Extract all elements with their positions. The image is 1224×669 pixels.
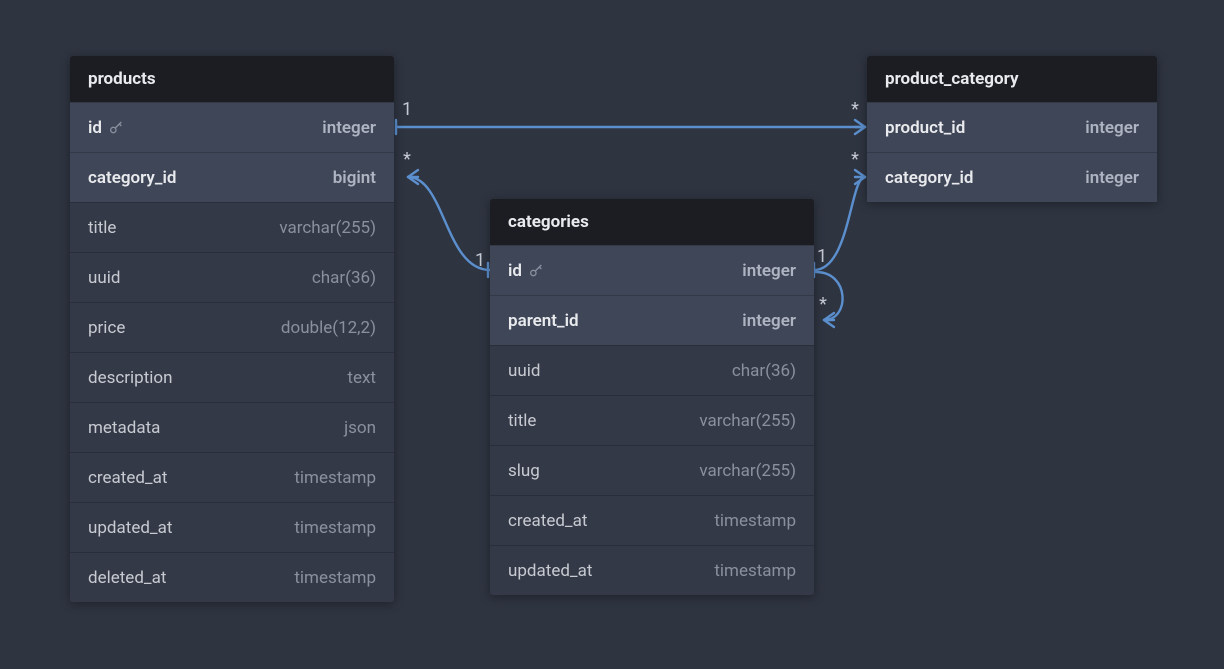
column-row[interactable]: category_id bigint xyxy=(70,152,394,202)
table-title: products xyxy=(88,69,156,89)
column-name: created_at xyxy=(508,511,587,531)
table-title: categories xyxy=(508,212,589,232)
table-categories[interactable]: categories id integer parent_id integer … xyxy=(490,199,814,595)
column-type: timestamp xyxy=(714,561,796,581)
column-type: varchar(255) xyxy=(699,461,796,481)
column-row[interactable]: updated_at timestamp xyxy=(70,502,394,552)
column-row[interactable]: product_id integer xyxy=(867,102,1157,152)
column-name: updated_at xyxy=(508,561,592,581)
column-type: integer xyxy=(322,118,376,138)
column-row[interactable]: title varchar(255) xyxy=(490,395,814,445)
key-icon xyxy=(108,120,124,136)
column-name: description xyxy=(88,368,173,388)
cardinality-one: 1 xyxy=(815,248,829,266)
key-icon xyxy=(528,263,544,279)
column-type: timestamp xyxy=(294,468,376,488)
table-header[interactable]: products xyxy=(70,56,394,102)
column-name: id xyxy=(88,118,102,138)
column-name: deleted_at xyxy=(88,568,166,588)
column-type: varchar(255) xyxy=(279,218,376,238)
column-row[interactable]: updated_at timestamp xyxy=(490,545,814,595)
table-header[interactable]: product_category xyxy=(867,56,1157,102)
column-row[interactable]: metadata json xyxy=(70,402,394,452)
table-title: product_category xyxy=(885,69,1019,89)
cardinality-many: * xyxy=(816,296,830,314)
column-row[interactable]: category_id integer xyxy=(867,152,1157,202)
column-name: product_id xyxy=(885,118,965,138)
column-name: updated_at xyxy=(88,518,172,538)
cardinality-many: * xyxy=(848,151,862,169)
column-row[interactable]: created_at timestamp xyxy=(70,452,394,502)
cardinality-one: 1 xyxy=(473,252,487,270)
column-name: slug xyxy=(508,461,540,481)
column-name: parent_id xyxy=(508,311,579,331)
column-name: uuid xyxy=(88,268,120,288)
column-name: category_id xyxy=(88,168,176,188)
column-row[interactable]: created_at timestamp xyxy=(490,495,814,545)
column-type: timestamp xyxy=(294,518,376,538)
column-type: timestamp xyxy=(294,568,376,588)
column-row[interactable]: id integer xyxy=(70,102,394,152)
table-product-category[interactable]: product_category product_id integer cate… xyxy=(867,56,1157,202)
column-type: integer xyxy=(742,311,796,331)
column-type: text xyxy=(347,368,376,388)
table-products[interactable]: products id integer category_id bigint t… xyxy=(70,56,394,602)
column-row[interactable]: title varchar(255) xyxy=(70,202,394,252)
column-row[interactable]: price double(12,2) xyxy=(70,302,394,352)
column-type: integer xyxy=(1085,168,1139,188)
column-name: price xyxy=(88,318,125,338)
column-type: varchar(255) xyxy=(699,411,796,431)
column-row[interactable]: parent_id integer xyxy=(490,295,814,345)
column-type: json xyxy=(344,418,376,438)
column-type: integer xyxy=(1085,118,1139,138)
column-row[interactable]: uuid char(36) xyxy=(70,252,394,302)
column-name: created_at xyxy=(88,468,167,488)
column-name: title xyxy=(88,218,116,238)
column-row[interactable]: deleted_at timestamp xyxy=(70,552,394,602)
table-header[interactable]: categories xyxy=(490,199,814,245)
column-type: timestamp xyxy=(714,511,796,531)
cardinality-many: * xyxy=(848,101,862,119)
column-row[interactable]: id integer xyxy=(490,245,814,295)
column-name: metadata xyxy=(88,418,160,438)
column-name: id xyxy=(508,261,522,281)
cardinality-many: * xyxy=(400,151,414,169)
column-type: double(12,2) xyxy=(281,318,376,338)
column-type: char(36) xyxy=(732,361,796,381)
column-name: title xyxy=(508,411,536,431)
cardinality-one: 1 xyxy=(400,101,414,119)
column-type: bigint xyxy=(333,168,376,188)
column-row[interactable]: uuid char(36) xyxy=(490,345,814,395)
column-row[interactable]: description text xyxy=(70,352,394,402)
column-name: uuid xyxy=(508,361,540,381)
column-row[interactable]: slug varchar(255) xyxy=(490,445,814,495)
erd-canvas: 1 * * 1 1 * * products id integer catego… xyxy=(0,0,1224,669)
column-name: category_id xyxy=(885,168,973,188)
column-type: char(36) xyxy=(312,268,376,288)
column-type: integer xyxy=(742,261,796,281)
